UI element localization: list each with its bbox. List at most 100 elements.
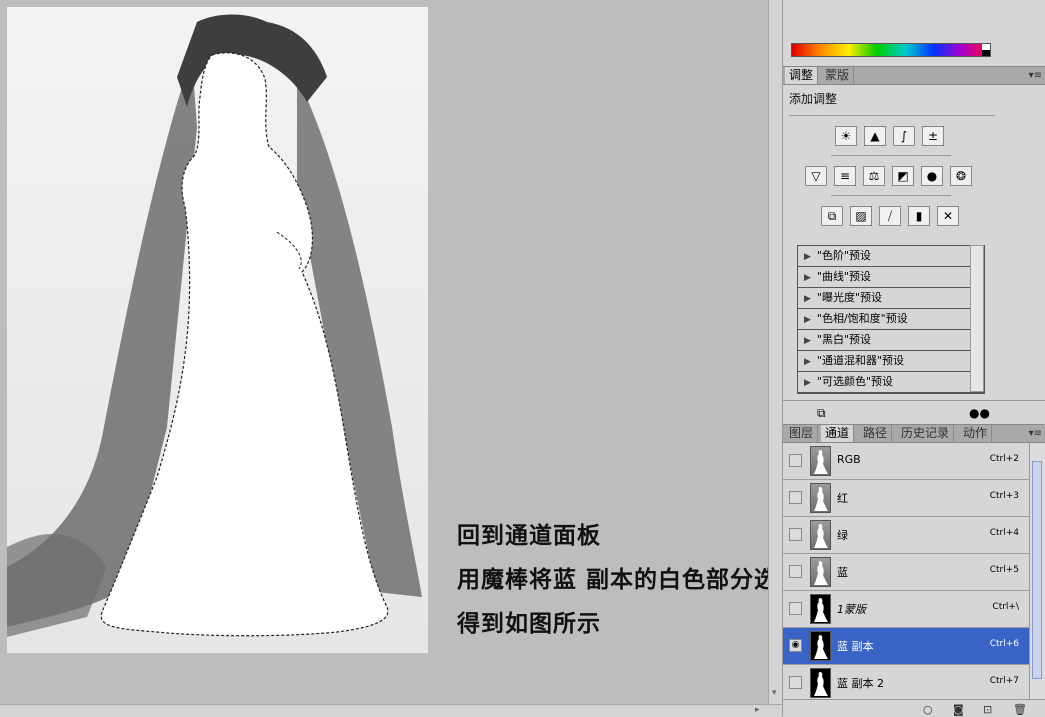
tab-history[interactable]: 历史记录 [897,425,955,442]
channel-shortcut: Ctrl+2 [989,454,1019,464]
channel-row[interactable]: 红 Ctrl+3 [783,480,1029,517]
save-selection-icon[interactable]: ◙ [953,703,964,716]
bride-veil-photo[interactable] [7,7,428,653]
add-adjustment-title: 添加调整 [789,92,838,106]
tab-adjustments[interactable]: 调整 [785,67,819,84]
photo-filter-icon[interactable]: ● [921,166,943,186]
panel-menu-icon[interactable]: ▾≡ [1029,67,1042,84]
preset-item[interactable]: ▶ "通道混和器"预设 [798,351,984,372]
panel-menu-icon[interactable]: ▾≡ [1029,425,1042,442]
threshold-icon[interactable]: ⧸ [879,206,901,226]
visibility-eye-icon[interactable] [789,491,802,504]
channel-name: 1蒙版 [837,603,866,616]
channel-row[interactable]: 蓝 副本 2 Ctrl+7 [783,665,1029,702]
channel-thumbnail [810,631,831,661]
adjustment-icons-row-1: ☀ ▲ ∫ ± [835,126,944,146]
channel-thumbnail [810,668,831,698]
scroll-down-arrow-icon[interactable]: ▾ [772,688,777,698]
tab-masks[interactable]: 蒙版 [821,67,855,84]
preset-label: "色相/饱和度"预设 [816,312,908,325]
expand-triangle-icon[interactable]: ▶ [804,315,811,325]
expand-triangle-icon[interactable]: ▶ [804,273,811,283]
color-panel [783,0,1045,66]
channel-row[interactable]: RGB Ctrl+2 [783,443,1029,480]
tab-channels[interactable]: 通道 [821,425,855,442]
document-canvas[interactable]: 回到通道面板 用魔棒将蓝 副本的白色部分选中 得到如图所示 [0,0,801,716]
document-vertical-scrollbar[interactable]: ▾ [768,0,783,705]
visibility-eye-icon[interactable] [789,454,802,467]
divider [831,155,951,156]
preset-label: "通道混和器"预设 [816,354,905,367]
new-channel-icon[interactable]: ⊡ [983,703,992,716]
tab-actions[interactable]: 动作 [959,425,993,442]
gradient-map-icon[interactable]: ▮ [908,206,930,226]
brightness-contrast-icon[interactable]: ☀ [835,126,857,146]
delete-channel-icon[interactable]: 🗑 [1013,703,1027,716]
levels-icon[interactable]: ▲ [864,126,886,146]
scroll-right-arrow-icon[interactable]: ▸ [755,705,760,715]
channel-row[interactable]: 蓝 Ctrl+5 [783,554,1029,591]
channels-footer: ○ ◙ ⊡ 🗑 [783,699,1045,717]
adjustment-icons-row-2: ▽ ≡ ⚖ ◩ ● ❂ [805,166,972,186]
black-white-icon[interactable]: ◩ [892,166,914,186]
expand-triangle-icon[interactable]: ▶ [804,336,811,346]
expand-triangle-icon[interactable]: ▶ [804,378,811,388]
channels-scroll-thumb[interactable] [1032,461,1042,679]
expand-triangle-icon[interactable]: ▶ [804,252,811,262]
channel-mixer-icon[interactable]: ❂ [950,166,972,186]
adjustments-tabbar: 调整 蒙版 ▾≡ [783,66,1045,85]
document-horizontal-scrollbar[interactable]: ▸ [0,704,782,717]
preset-label: "曝光度"预设 [816,291,883,304]
curves-icon[interactable]: ∫ [893,126,915,146]
tab-layers[interactable]: 图层 [785,425,819,442]
hue-saturation-icon[interactable]: ≡ [834,166,856,186]
channel-shortcut: Ctrl+4 [989,528,1019,538]
channel-row[interactable]: ◉ 蓝 副本 Ctrl+6 [783,628,1029,665]
channel-row[interactable]: 1蒙版 Ctrl+\ [783,591,1029,628]
tab-paths[interactable]: 路径 [859,425,893,442]
preset-item[interactable]: ▶ "可选颜色"预设 [798,372,984,393]
divider [783,400,1045,401]
clip-to-layer-icon[interactable]: ⧉ [817,406,826,421]
channels-panel: 图层 通道 路径 历史记录 动作 ▾≡ RGB Ctrl+2 红 Ctrl+3 绿 Ctr… [783,424,1045,717]
selective-color-icon[interactable]: ✕ [937,206,959,226]
preset-label: "黑白"预设 [816,333,872,346]
expand-triangle-icon[interactable]: ▶ [804,357,811,367]
preset-label: "曲线"预设 [816,270,872,283]
preset-item[interactable]: ▶ "色相/饱和度"预设 [798,309,984,330]
channel-name: 蓝 副本 [837,640,874,653]
channel-name: RGB [837,453,861,466]
preset-item[interactable]: ▶ "黑白"预设 [798,330,984,351]
channels-tabbar: 图层 通道 路径 历史记录 动作 ▾≡ [783,424,1045,443]
channel-name: 蓝 [837,566,848,579]
load-selection-icon[interactable]: ○ [923,703,933,716]
channel-thumbnail [810,594,831,624]
channel-shortcut: Ctrl+\ [992,602,1019,612]
preset-item[interactable]: ▶ "曲线"预设 [798,267,984,288]
invert-icon[interactable]: ⧉ [821,206,843,226]
visibility-eye-icon[interactable] [789,565,802,578]
vibrance-icon[interactable]: ▽ [805,166,827,186]
color-spectrum-bar[interactable] [791,43,991,57]
channel-row[interactable]: 绿 Ctrl+4 [783,517,1029,554]
visibility-eye-icon[interactable]: ◉ [789,639,802,652]
channel-shortcut: Ctrl+3 [989,491,1019,501]
caption-line-3: 得到如图所示 [457,610,601,637]
black-white-swatch[interactable] [981,43,991,57]
exposure-icon[interactable]: ± [922,126,944,146]
panels-dock: 调整 蒙版 ▾≡ 添加调整 ☀ ▲ ∫ ± ▽ ≡ ⚖ ◩ ● ❂ ⧉ ▨ ⧸ ▮ ✕ ▶ "色阶"预设 ▶… [782,0,1045,717]
preset-list: ▶ "色阶"预设 ▶ "曲线"预设 ▶ "曝光度"预设 ▶ "色相/饱和度"预设 ▶ "黑白"预设… [797,245,985,394]
preset-label: "色阶"预设 [816,249,872,262]
visibility-eye-icon[interactable] [789,602,802,615]
channel-thumbnail [810,520,831,550]
expand-triangle-icon[interactable]: ▶ [804,294,811,304]
visibility-eye-icon[interactable] [789,528,802,541]
adjustments-panel: 调整 蒙版 ▾≡ 添加调整 ☀ ▲ ∫ ± ▽ ≡ ⚖ ◩ ● ❂ ⧉ ▨ ⧸ ▮ ✕ ▶ "色阶"预设 ▶… [783,66,1045,424]
posterize-icon[interactable]: ▨ [850,206,872,226]
preset-item[interactable]: ▶ "曝光度"预设 [798,288,984,309]
toggle-visibility-icon[interactable]: ●● [969,406,990,420]
color-balance-icon[interactable]: ⚖ [863,166,885,186]
preset-item[interactable]: ▶ "色阶"预设 [798,246,984,267]
preset-scrollbar[interactable] [970,245,984,392]
visibility-eye-icon[interactable] [789,676,802,689]
